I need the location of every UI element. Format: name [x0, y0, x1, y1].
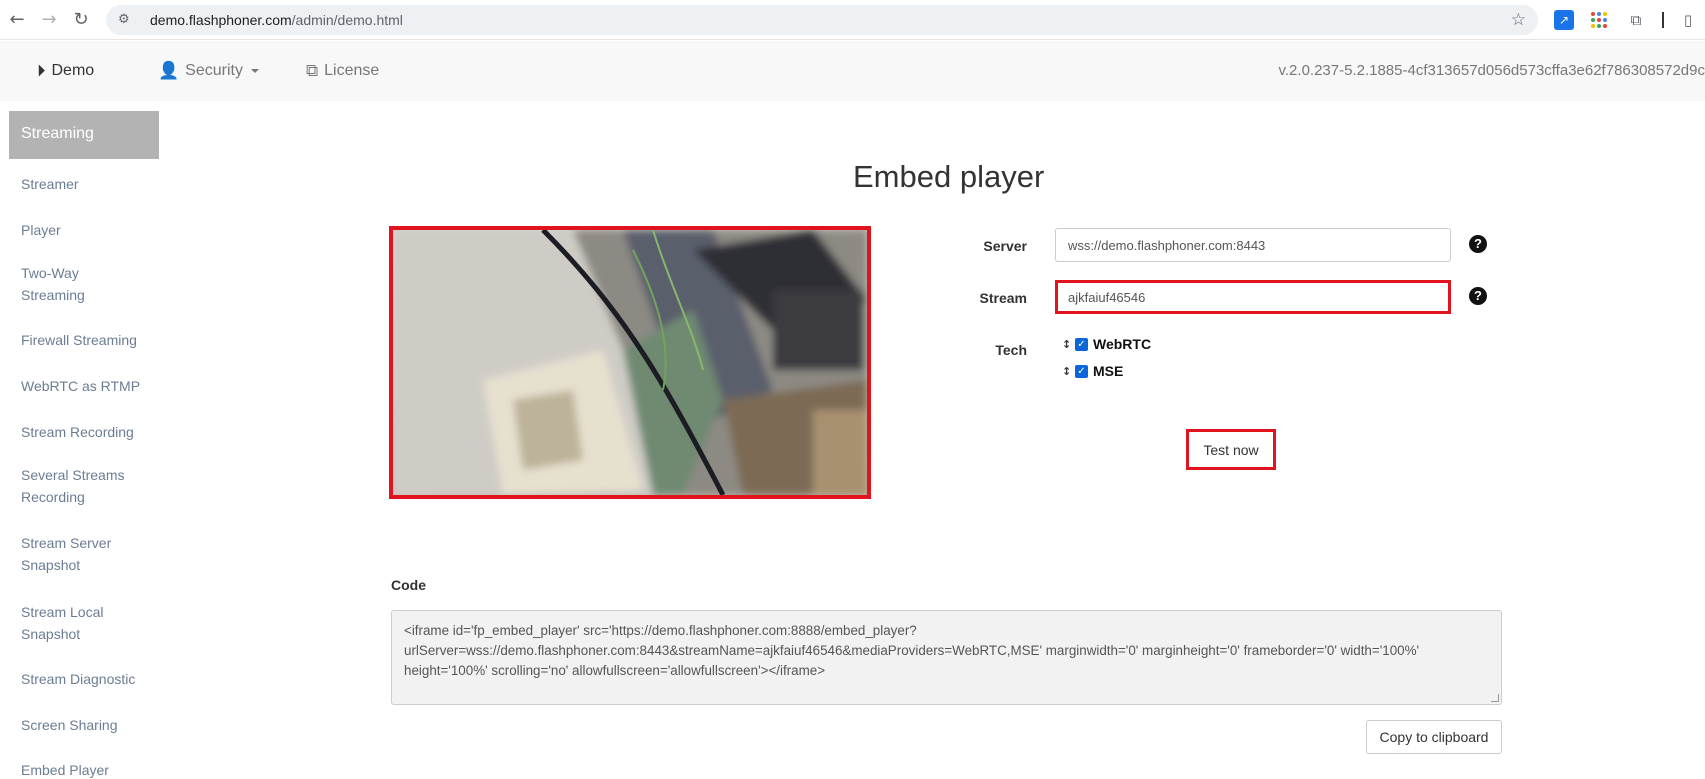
extensions-puzzle-icon[interactable]: ⧉: [1626, 10, 1646, 30]
server-help-icon[interactable]: ?: [1469, 235, 1487, 253]
sidebar-item-stream-server-snapshot[interactable]: Stream Server Snapshot: [9, 532, 129, 576]
version-string: v.2.0.237-5.2.1885-4cf313657d056d573cffa…: [1278, 62, 1705, 79]
code-line: urlServer=wss://demo.flashphoner.com:844…: [404, 643, 1420, 658]
sidebar-item-streamer[interactable]: Streamer: [9, 173, 159, 195]
code-line: <iframe id='fp_embed_player' src='https:…: [404, 623, 917, 638]
app-navbar: ⏵ Demo 👤 Security ⧉ License v.2.0.237-5.…: [0, 41, 1705, 101]
play-circle-icon: ⏵: [37, 61, 46, 81]
page-title: Embed player: [853, 159, 1045, 194]
mse-checkbox[interactable]: ✓: [1075, 364, 1088, 378]
sidebar-item-stream-diagnostic[interactable]: Stream Diagnostic: [9, 668, 159, 690]
tech-label: Tech: [995, 342, 1027, 358]
server-input[interactable]: [1055, 228, 1451, 262]
toolbar-divider: [1662, 12, 1664, 28]
sidebar-item-firewall-streaming[interactable]: Firewall Streaming: [9, 329, 159, 351]
nav-demo-label: Demo: [51, 62, 95, 79]
drag-handle-icon[interactable]: ↕: [1062, 338, 1071, 351]
sidebar-item-stream-recording[interactable]: Stream Recording: [9, 421, 159, 443]
sidebar-heading[interactable]: Streaming: [9, 111, 159, 159]
bookmark-star-icon[interactable]: ☆: [1511, 10, 1526, 30]
user-secret-icon: 👤: [158, 61, 180, 81]
sidebar: Streaming Streamer Player Two-Way Stream…: [9, 111, 159, 778]
url-domain: demo.flashphoner.com: [150, 12, 292, 28]
back-icon[interactable]: ←: [6, 9, 28, 31]
test-now-button[interactable]: Test now: [1186, 429, 1276, 470]
copy-to-clipboard-button[interactable]: Copy to clipboard: [1366, 720, 1502, 754]
drag-handle-icon[interactable]: ↕: [1062, 365, 1071, 378]
video-player[interactable]: [389, 226, 871, 499]
nav-license[interactable]: ⧉ License: [306, 61, 379, 81]
tech-option-webrtc[interactable]: ↕ ✓ WebRTC: [1062, 336, 1151, 352]
nav-license-label: License: [324, 62, 380, 79]
url-path: /admin/demo.html: [291, 12, 403, 28]
webrtc-label: WebRTC: [1093, 336, 1152, 352]
stream-label: Stream: [979, 290, 1027, 306]
mse-label: MSE: [1093, 363, 1124, 379]
chevron-down-icon: [250, 69, 259, 73]
embed-code-textarea[interactable]: <iframe id='fp_embed_player' src='https:…: [391, 610, 1502, 705]
copy-icon: ⧉: [306, 61, 319, 81]
forward-icon[interactable]: →: [38, 9, 60, 31]
site-settings-icon[interactable]: ⚙: [118, 12, 134, 28]
sidebar-item-screen-sharing[interactable]: Screen Sharing: [9, 714, 159, 736]
stream-input[interactable]: [1055, 280, 1451, 314]
apps-grid-icon[interactable]: [1589, 10, 1609, 30]
video-frame-image: [393, 230, 867, 495]
stream-help-icon[interactable]: ?: [1469, 287, 1487, 305]
browser-toolbar: ← → ↻ ⚙ demo.flashphoner.com/admin/demo.…: [0, 0, 1705, 40]
nav-demo[interactable]: ⏵ Demo: [37, 61, 94, 81]
tech-option-mse[interactable]: ↕ ✓ MSE: [1062, 363, 1123, 379]
url-text[interactable]: demo.flashphoner.com/admin/demo.html: [150, 12, 403, 28]
reload-icon[interactable]: ↻: [70, 9, 92, 31]
sidebar-item-webrtc-as-rtmp[interactable]: WebRTC as RTMP: [9, 375, 159, 397]
server-label: Server: [983, 238, 1027, 254]
sidebar-item-several-streams-recording[interactable]: Several Streams Recording: [9, 464, 139, 508]
sidebar-item-two-way-streaming[interactable]: Two-Way Streaming: [9, 262, 119, 306]
nav-security-label: Security: [185, 62, 243, 79]
sidebar-item-embed-player[interactable]: Embed Player: [9, 759, 159, 779]
address-bar[interactable]: ⚙ demo.flashphoner.com/admin/demo.html ☆: [106, 5, 1538, 35]
sidebar-item-player[interactable]: Player: [9, 219, 159, 241]
extension-icon[interactable]: ↗: [1554, 10, 1574, 30]
code-line: height='100%' scrolling='no' allowfullsc…: [404, 663, 826, 678]
resize-handle-icon[interactable]: [1491, 694, 1499, 702]
nav-security[interactable]: 👤 Security: [158, 61, 259, 81]
webrtc-checkbox[interactable]: ✓: [1075, 337, 1088, 351]
sidebar-item-stream-local-snapshot[interactable]: Stream Local Snapshot: [9, 601, 119, 645]
side-panel-icon[interactable]: ▯: [1678, 10, 1698, 30]
code-label: Code: [391, 577, 426, 593]
